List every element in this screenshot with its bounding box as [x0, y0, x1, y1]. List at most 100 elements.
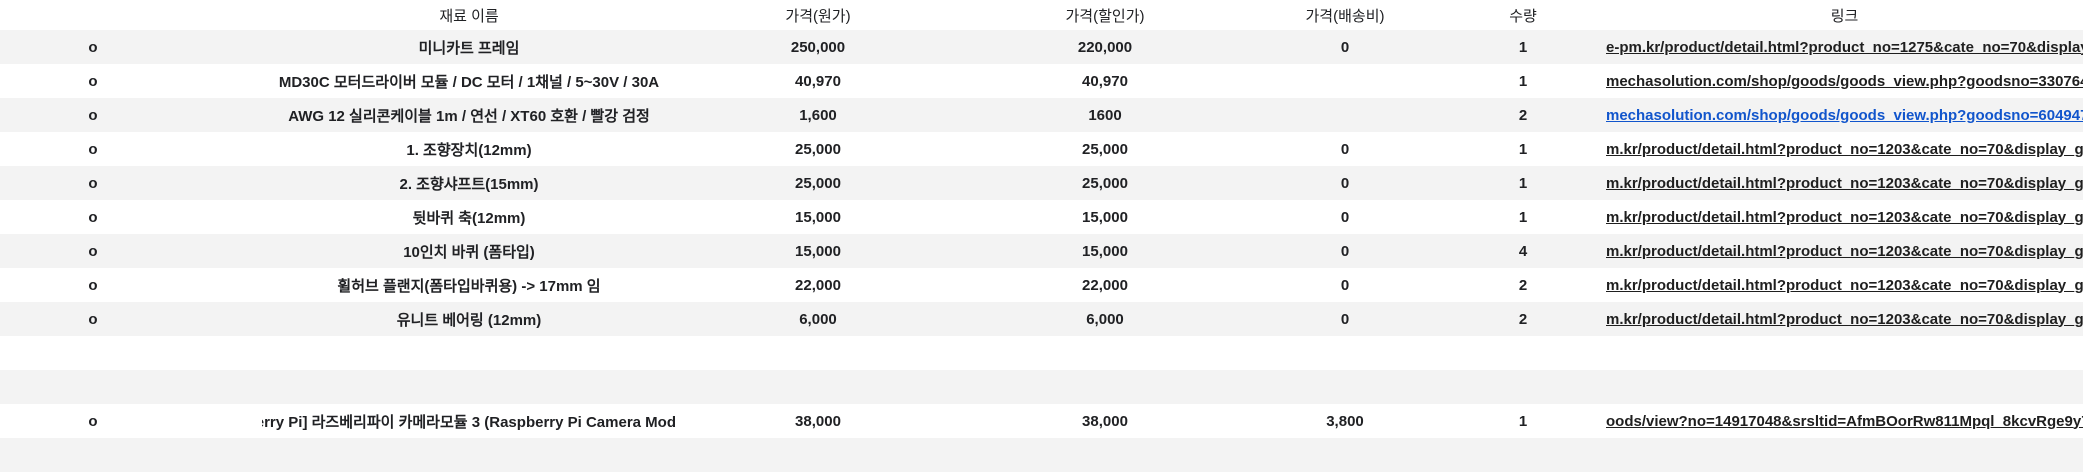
link[interactable]: m.kr/product/detail.html?product_no=1203…	[1606, 209, 2083, 226]
cell-qty[interactable]: 1	[1440, 166, 1606, 200]
cell-price-sale[interactable]: 1600	[960, 98, 1250, 132]
cell-link[interactable]: m.kr/product/detail.html?product_no=1203…	[1606, 200, 2083, 234]
cell-price-orig[interactable]: 15,000	[676, 234, 960, 268]
cell-link[interactable]	[1606, 438, 2083, 472]
cell-name[interactable]: MD30C 모터드라이버 모듈 / DC 모터 / 1채널 / 5~30V / …	[262, 64, 676, 98]
link[interactable]: mechasolution.com/shop/goods/goods_view.…	[1606, 107, 2083, 124]
cell-price-orig[interactable]: 15,000	[676, 200, 960, 234]
cell-link[interactable]: m.kr/product/detail.html?product_no=1203…	[1606, 234, 2083, 268]
header-qty[interactable]: 수량	[1440, 0, 1606, 30]
cell-price-sale[interactable]	[960, 438, 1250, 472]
cell-price-orig[interactable]: 25,000	[676, 166, 960, 200]
cell-link[interactable]: e-pm.kr/product/detail.html?product_no=1…	[1606, 30, 2083, 64]
cell-qty[interactable]: 2	[1440, 98, 1606, 132]
cell-price-orig[interactable]: 1,600	[676, 98, 960, 132]
cell-price-orig[interactable]: 6,000	[676, 302, 960, 336]
cell-qty[interactable]: 1	[1440, 30, 1606, 64]
link[interactable]: e-pm.kr/product/detail.html?product_no=1…	[1606, 39, 2083, 56]
cell-check[interactable]: o	[0, 234, 186, 268]
cell-price-orig[interactable]: 40,970	[676, 64, 960, 98]
cell-price-ship[interactable]: 0	[1250, 132, 1440, 166]
cell-price-orig[interactable]	[676, 370, 960, 404]
link[interactable]: m.kr/product/detail.html?product_no=1203…	[1606, 243, 2083, 260]
cell-check[interactable]: o	[0, 64, 186, 98]
cell-check[interactable]: o	[0, 166, 186, 200]
cell-name[interactable]: berry Pi] 라즈베리파이 카메라모듈 3 (Raspberry Pi C…	[262, 404, 676, 438]
cell-price-orig[interactable]: 250,000	[676, 30, 960, 64]
cell-price-sale[interactable]: 220,000	[960, 30, 1250, 64]
cell-price-orig[interactable]: 25,000	[676, 132, 960, 166]
cell-price-sale[interactable]: 22,000	[960, 268, 1250, 302]
cell-price-sale[interactable]: 15,000	[960, 234, 1250, 268]
cell-name[interactable]	[262, 438, 676, 472]
cell-name[interactable]: 미니카트 프레임	[262, 30, 676, 64]
cell-link[interactable]: mechasolution.com/shop/goods/goods_view.…	[1606, 64, 2083, 98]
cell-qty[interactable]: 1	[1440, 404, 1606, 438]
header-price-orig[interactable]: 가격(원가)	[676, 0, 960, 30]
cell-price-orig[interactable]	[676, 438, 960, 472]
cell-qty[interactable]	[1440, 438, 1606, 472]
cell-check[interactable]: o	[0, 200, 186, 234]
cell-price-ship[interactable]	[1250, 438, 1440, 472]
cell-price-ship[interactable]: 0	[1250, 30, 1440, 64]
cell-qty[interactable]	[1440, 336, 1606, 370]
cell-check[interactable]: o	[0, 404, 186, 438]
cell-link[interactable]: m.kr/product/detail.html?product_no=1203…	[1606, 132, 2083, 166]
cell-name[interactable]	[262, 336, 676, 370]
cell-qty[interactable]: 2	[1440, 302, 1606, 336]
cell-price-sale[interactable]: 38,000	[960, 404, 1250, 438]
cell-qty[interactable]: 4	[1440, 234, 1606, 268]
cell-qty[interactable]: 1	[1440, 64, 1606, 98]
link[interactable]: m.kr/product/detail.html?product_no=1203…	[1606, 277, 2083, 294]
cell-price-orig[interactable]	[676, 336, 960, 370]
cell-price-sale[interactable]: 6,000	[960, 302, 1250, 336]
cell-link[interactable]: mechasolution.com/shop/goods/goods_view.…	[1606, 98, 2083, 132]
cell-price-ship[interactable]: 0	[1250, 234, 1440, 268]
cell-check[interactable]: o	[0, 302, 186, 336]
cell-price-sale[interactable]: 25,000	[960, 132, 1250, 166]
cell-price-ship[interactable]	[1250, 336, 1440, 370]
link[interactable]: oods/view?no=14917048&srsltid=AfmBOorRw8…	[1606, 413, 2083, 430]
link[interactable]: mechasolution.com/shop/goods/goods_view.…	[1606, 73, 2083, 90]
cell-qty[interactable]: 1	[1440, 132, 1606, 166]
cell-name[interactable]: AWG 12 실리콘케이블 1m / 연선 / XT60 호환 / 빨강 검정	[262, 98, 676, 132]
cell-price-ship[interactable]	[1250, 98, 1440, 132]
cell-price-ship[interactable]	[1250, 64, 1440, 98]
cell-price-ship[interactable]: 0	[1250, 302, 1440, 336]
cell-link[interactable]: oods/view?no=14917048&srsltid=AfmBOorRw8…	[1606, 404, 2083, 438]
header-link[interactable]: 링크	[1606, 0, 2083, 30]
cell-check[interactable]	[0, 370, 186, 404]
cell-price-ship[interactable]: 3,800	[1250, 404, 1440, 438]
cell-qty[interactable]: 1	[1440, 200, 1606, 234]
cell-name[interactable]: 뒷바퀴 축(12mm)	[262, 200, 676, 234]
cell-price-sale[interactable]	[960, 370, 1250, 404]
cell-price-orig[interactable]: 22,000	[676, 268, 960, 302]
header-price-sale[interactable]: 가격(할인가)	[960, 0, 1250, 30]
cell-price-orig[interactable]: 38,000	[676, 404, 960, 438]
cell-price-ship[interactable]: 0	[1250, 166, 1440, 200]
cell-check[interactable]: o	[0, 132, 186, 166]
cell-link[interactable]	[1606, 336, 2083, 370]
cell-price-sale[interactable]: 25,000	[960, 166, 1250, 200]
cell-name[interactable]: 유니트 베어링 (12mm)	[262, 302, 676, 336]
cell-qty[interactable]: 2	[1440, 268, 1606, 302]
cell-price-ship[interactable]: 0	[1250, 268, 1440, 302]
cell-price-sale[interactable]: 40,970	[960, 64, 1250, 98]
cell-check[interactable]: o	[0, 98, 186, 132]
cell-link[interactable]: m.kr/product/detail.html?product_no=1203…	[1606, 166, 2083, 200]
cell-name[interactable]: 휠허브 플랜지(폼타입바퀴용) -> 17mm 임	[262, 268, 676, 302]
cell-name[interactable]: 2. 조향샤프트(15mm)	[262, 166, 676, 200]
link[interactable]: m.kr/product/detail.html?product_no=1203…	[1606, 141, 2083, 158]
cell-check[interactable]	[0, 336, 186, 370]
cell-link[interactable]	[1606, 370, 2083, 404]
cell-qty[interactable]	[1440, 370, 1606, 404]
header-name[interactable]: 재료 이름	[262, 0, 676, 30]
cell-check[interactable]: o	[0, 30, 186, 64]
cell-price-sale[interactable]: 15,000	[960, 200, 1250, 234]
link[interactable]: m.kr/product/detail.html?product_no=1203…	[1606, 311, 2083, 328]
cell-check[interactable]	[0, 438, 186, 472]
cell-price-ship[interactable]	[1250, 370, 1440, 404]
cell-link[interactable]: m.kr/product/detail.html?product_no=1203…	[1606, 302, 2083, 336]
cell-price-sale[interactable]	[960, 336, 1250, 370]
cell-check[interactable]: o	[0, 268, 186, 302]
